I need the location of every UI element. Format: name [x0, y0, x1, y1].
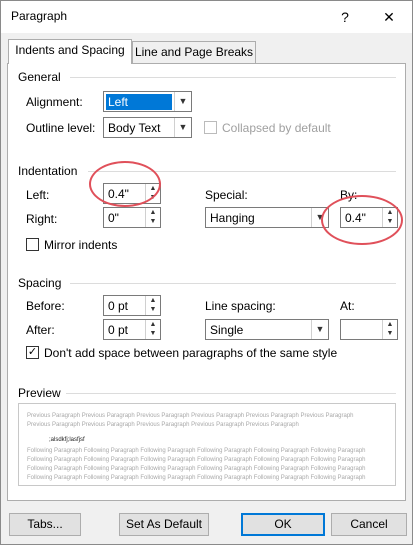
- collapsed-by-default-checkbox[interactable]: [204, 121, 217, 134]
- ok-button[interactable]: OK: [241, 513, 325, 536]
- preview-sample-text: ;alsdkfj;lasfjsf: [49, 437, 85, 443]
- line-spacing-select[interactable]: Single ▼: [205, 319, 329, 340]
- line-spacing-value: Single: [210, 323, 244, 337]
- spin-up-icon[interactable]: ▲: [146, 208, 160, 217]
- dont-add-space-checkbox[interactable]: ✓: [26, 346, 39, 359]
- indent-right-label: Right:: [26, 212, 58, 226]
- preview-following-line-1: Following Paragraph Following Paragraph …: [27, 448, 366, 454]
- spin-down-icon[interactable]: ▼: [383, 329, 397, 338]
- spin-down-icon[interactable]: ▼: [146, 305, 160, 314]
- tab-indents-and-spacing[interactable]: Indents and Spacing: [8, 39, 132, 64]
- dont-add-space-label: Don't add space between paragraphs of th…: [44, 346, 338, 360]
- annotation-circle-left-indent: [89, 161, 161, 207]
- general-heading: General: [18, 70, 61, 84]
- spin-up-icon[interactable]: ▲: [146, 320, 160, 329]
- collapsed-by-default-label: Collapsed by default: [222, 121, 331, 135]
- at-label: At:: [340, 299, 355, 313]
- chevron-down-icon[interactable]: ▼: [174, 92, 191, 111]
- preview-divider: [66, 393, 396, 394]
- preview-following-line-4: Following Paragraph Following Paragraph …: [27, 475, 366, 481]
- special-value: Hanging: [210, 211, 255, 225]
- dialog-title: Paragraph: [11, 9, 68, 23]
- indentation-heading: Indentation: [18, 164, 78, 178]
- cancel-button[interactable]: Cancel: [331, 513, 407, 536]
- outline-level-label: Outline level:: [26, 121, 96, 135]
- spacing-heading: Spacing: [18, 276, 62, 290]
- chevron-down-icon[interactable]: ▼: [174, 118, 191, 137]
- indent-right-stepper[interactable]: 0" ▲ ▼: [103, 207, 161, 228]
- preview-pane: Previous Paragraph Previous Paragraph Pr…: [18, 403, 396, 486]
- mirror-indents-checkbox[interactable]: [26, 238, 39, 251]
- indent-right-value: 0": [108, 211, 119, 225]
- tabs-button[interactable]: Tabs...: [9, 513, 81, 536]
- alignment-select[interactable]: Left ▼: [103, 91, 192, 112]
- after-label: After:: [26, 323, 55, 337]
- preview-following-line-3: Following Paragraph Following Paragraph …: [27, 466, 366, 472]
- preview-following-line-2: Following Paragraph Following Paragraph …: [27, 457, 366, 463]
- title-bar: Paragraph ? ✕: [1, 1, 412, 33]
- spin-down-icon[interactable]: ▼: [146, 329, 160, 338]
- paragraph-dialog: Paragraph ? ✕ Indents and Spacing Line a…: [0, 0, 413, 545]
- outline-level-select[interactable]: Body Text ▼: [103, 117, 192, 138]
- annotation-circle-by-value: [321, 195, 403, 245]
- alignment-value: Left: [106, 94, 172, 110]
- outline-level-value: Body Text: [108, 121, 161, 135]
- help-button[interactable]: ?: [331, 5, 359, 29]
- preview-heading: Preview: [18, 386, 61, 400]
- spin-down-icon[interactable]: ▼: [146, 217, 160, 226]
- chevron-down-icon[interactable]: ▼: [311, 320, 328, 339]
- set-as-default-button[interactable]: Set As Default: [119, 513, 209, 536]
- spin-up-icon[interactable]: ▲: [383, 320, 397, 329]
- general-divider: [70, 77, 396, 78]
- spin-up-icon[interactable]: ▲: [146, 296, 160, 305]
- spacing-divider: [70, 283, 396, 284]
- check-icon: ✓: [27, 346, 38, 358]
- before-label: Before:: [26, 299, 65, 313]
- after-stepper[interactable]: 0 pt ▲ ▼: [103, 319, 161, 340]
- special-select[interactable]: Hanging ▼: [205, 207, 329, 228]
- preview-previous-line-2: Previous Paragraph Previous Paragraph Pr…: [27, 422, 299, 428]
- at-stepper[interactable]: ▲ ▼: [340, 319, 398, 340]
- alignment-label: Alignment:: [26, 95, 83, 109]
- before-stepper[interactable]: 0 pt ▲ ▼: [103, 295, 161, 316]
- close-button[interactable]: ✕: [375, 5, 403, 29]
- tab-line-and-page-breaks[interactable]: Line and Page Breaks: [132, 41, 256, 64]
- mirror-indents-label: Mirror indents: [44, 238, 118, 252]
- line-spacing-label: Line spacing:: [205, 299, 276, 313]
- after-value: 0 pt: [108, 323, 129, 337]
- preview-previous-line-1: Previous Paragraph Previous Paragraph Pr…: [27, 413, 354, 419]
- indent-left-label: Left:: [26, 188, 50, 202]
- before-value: 0 pt: [108, 299, 129, 313]
- special-label: Special:: [205, 188, 248, 202]
